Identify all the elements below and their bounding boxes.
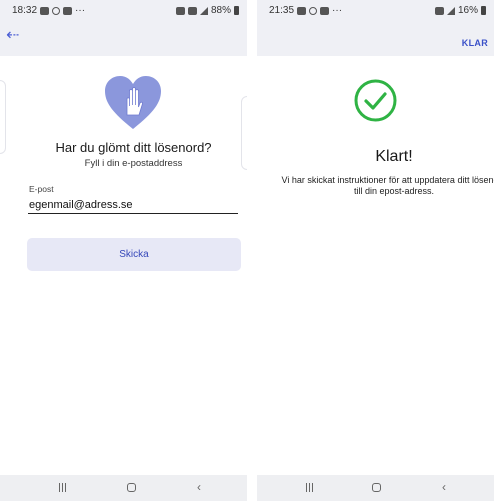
status-more: ··· — [75, 5, 86, 16]
mail-icon — [63, 6, 73, 15]
send-button[interactable]: Skicka — [27, 238, 241, 271]
app-bar: ⇠ — [0, 20, 247, 56]
page-title: Klart! — [375, 148, 413, 165]
check-circle-icon — [354, 79, 397, 122]
done-button[interactable]: KLAR — [462, 38, 488, 48]
status-time: 21:35 — [269, 5, 295, 16]
app-bar: KLAR — [257, 20, 494, 56]
bluetooth-icon — [187, 6, 197, 15]
status-bar: 21:35 ··· 16% — [257, 0, 494, 20]
email-label: E-post — [29, 184, 54, 194]
forgot-password-screen: 18:32 ··· 88% ⇠ Har du glömt ditt löseno… — [0, 0, 247, 501]
mail-icon — [320, 6, 330, 15]
recent-apps-icon[interactable] — [306, 483, 313, 492]
screen-divider — [247, 0, 257, 501]
battery-level: 16% — [457, 5, 478, 16]
confirmation-content: Klart! Vi har skickat instruktioner för … — [257, 56, 494, 475]
confirmation-message: Vi har skickat instruktioner för att upp… — [281, 175, 494, 196]
back-icon[interactable]: ‹ — [442, 481, 446, 493]
battery-level: 88% — [210, 5, 231, 16]
system-nav-bar: ‹ — [257, 475, 494, 501]
whatsapp-icon — [52, 6, 61, 15]
home-icon[interactable] — [372, 483, 381, 492]
alarm-icon — [175, 6, 185, 15]
home-icon[interactable] — [127, 483, 136, 492]
signal-icon — [199, 6, 208, 15]
back-icon[interactable]: ‹ — [197, 481, 201, 493]
signal-icon — [446, 6, 455, 15]
recent-apps-icon[interactable] — [59, 483, 66, 492]
battery-icon — [234, 6, 239, 15]
form-content: Har du glömt ditt lösenord? Fyll i din e… — [0, 56, 247, 475]
alarm-icon — [434, 6, 444, 15]
email-field[interactable] — [28, 196, 238, 214]
heart-hand-icon — [103, 75, 163, 131]
confirmation-screen: 21:35 ··· 16% KLAR Klart! Vi har skickat… — [257, 0, 494, 501]
status-more: ··· — [332, 5, 343, 16]
gallery-icon — [40, 6, 50, 15]
whatsapp-icon — [309, 6, 318, 15]
system-nav-bar: ‹ — [0, 475, 247, 501]
battery-icon — [481, 6, 486, 15]
cloud-icon — [297, 6, 307, 15]
status-time: 18:32 — [12, 5, 38, 16]
arrow-left-icon[interactable]: ⇠ — [6, 28, 19, 44]
page-title: Har du glömt ditt lösenord? — [55, 140, 212, 155]
page-subtitle: Fyll i din e-postaddress — [84, 158, 183, 169]
status-bar: 18:32 ··· 88% — [0, 0, 247, 20]
